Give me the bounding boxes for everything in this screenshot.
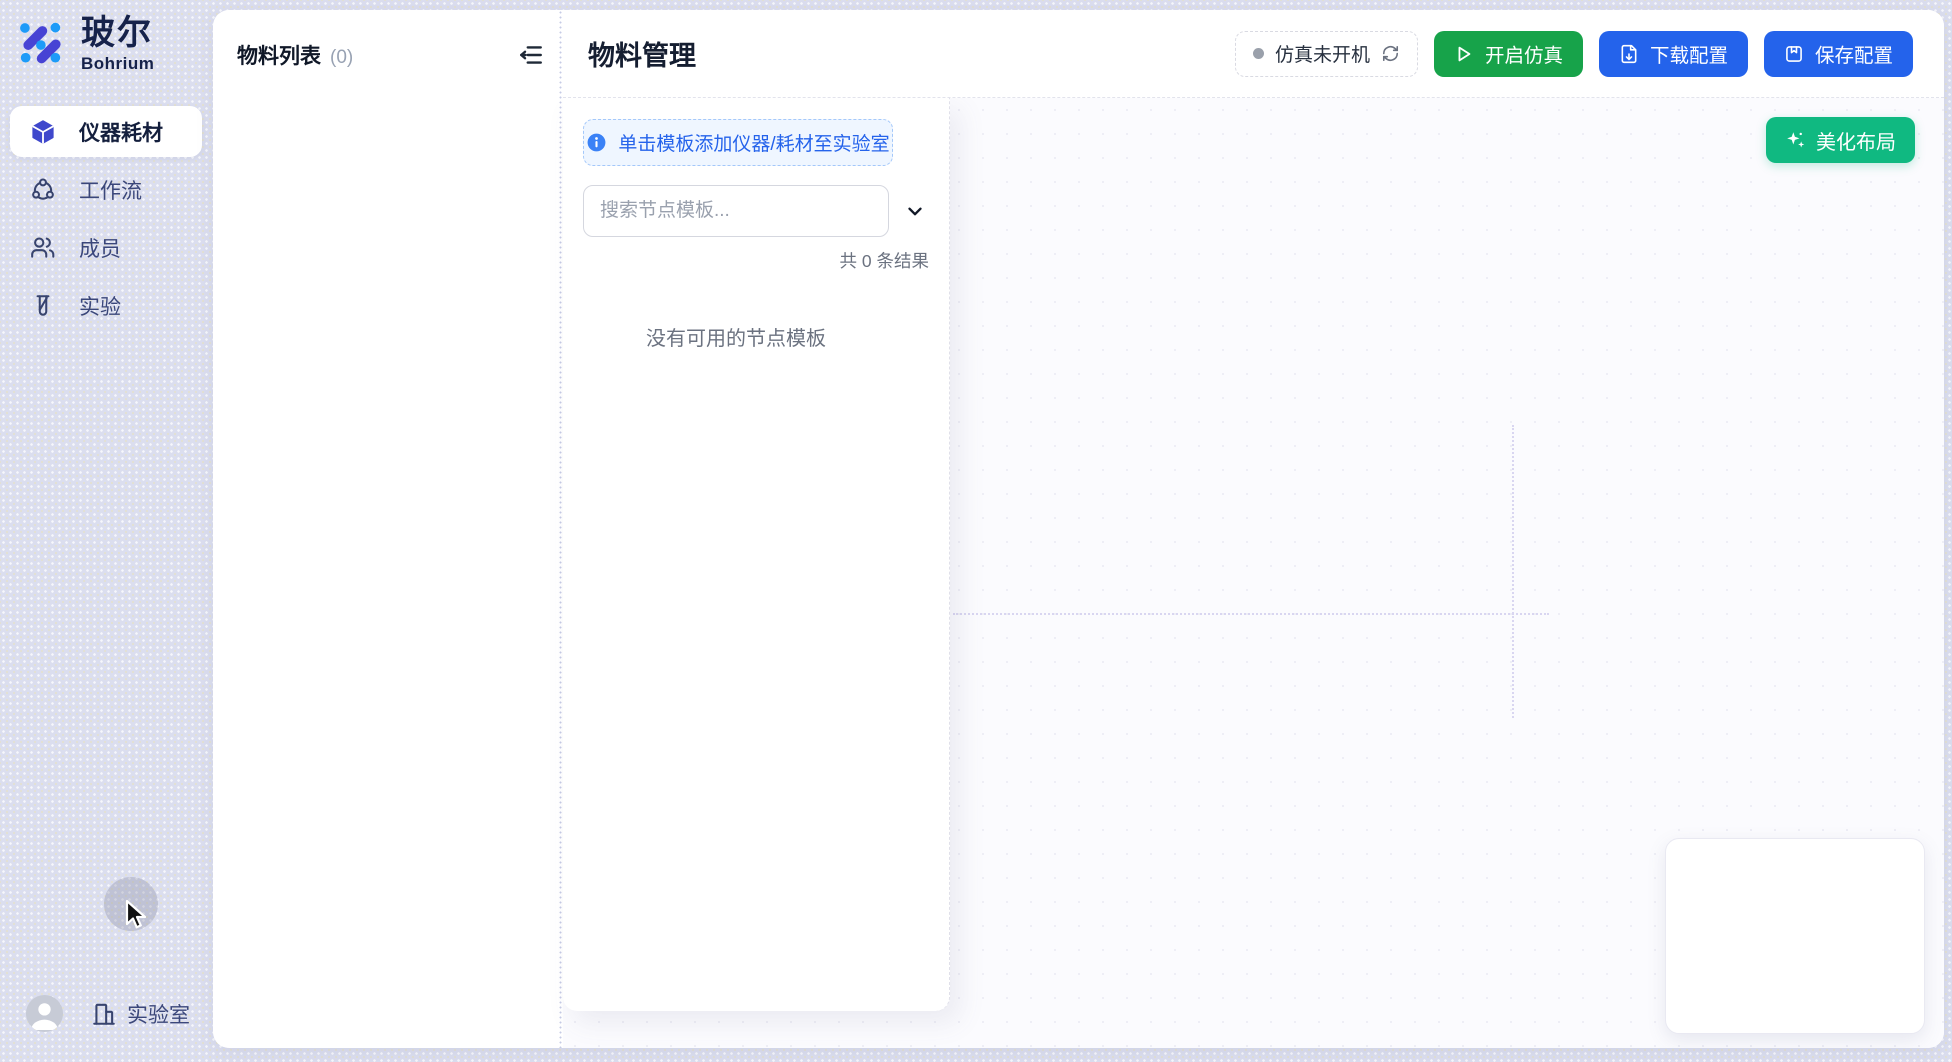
test-tube-icon bbox=[30, 293, 56, 319]
template-hint-banner: 单击模板添加仪器/耗材至实验室 bbox=[583, 119, 893, 166]
main-header: 物料管理 仿真未开机 开启仿真 bbox=[563, 10, 1944, 98]
template-search-input[interactable] bbox=[583, 185, 889, 237]
cube-icon bbox=[30, 119, 56, 145]
template-filter-toggle[interactable] bbox=[901, 197, 929, 225]
lab-entry[interactable]: 实验室 bbox=[91, 999, 190, 1029]
sidebar-footer: 实验室 bbox=[26, 995, 190, 1032]
canvas-guideline-horizontal bbox=[953, 613, 1549, 615]
brand[interactable]: 玻尔 Bohrium bbox=[16, 15, 154, 74]
sparkles-icon bbox=[1785, 130, 1806, 151]
play-icon bbox=[1454, 44, 1474, 64]
save-config-label: 保存配置 bbox=[1815, 39, 1893, 68]
template-hint-text: 单击模板添加仪器/耗材至实验室 bbox=[618, 129, 889, 156]
file-download-icon bbox=[1619, 44, 1639, 64]
material-list-panel: 物料列表 (0) bbox=[213, 10, 558, 1048]
download-config-label: 下载配置 bbox=[1650, 39, 1728, 68]
sidebar-nav: 仪器耗材 工作流 成员 bbox=[10, 106, 202, 338]
info-icon bbox=[586, 132, 607, 153]
sidebar-item-workflow[interactable]: 工作流 bbox=[10, 164, 202, 215]
app-panel: 物料列表 (0) 物料管理 仿真未开机 bbox=[213, 10, 1944, 1048]
sidebar: 玻尔 Bohrium 仪器耗材 工作流 bbox=[0, 0, 213, 1062]
save-config-button[interactable]: 保存配置 bbox=[1764, 31, 1913, 77]
brand-subtitle: Bohrium bbox=[81, 54, 154, 74]
status-label: 仿真未开机 bbox=[1275, 40, 1370, 67]
sidebar-item-label: 仪器耗材 bbox=[79, 117, 163, 147]
material-list-count: (0) bbox=[330, 47, 353, 69]
template-empty-message: 没有可用的节点模板 bbox=[583, 322, 889, 351]
download-config-button[interactable]: 下载配置 bbox=[1599, 31, 1748, 77]
refresh-icon[interactable] bbox=[1381, 44, 1400, 63]
lab-entry-label: 实验室 bbox=[127, 999, 190, 1029]
building-icon bbox=[91, 1001, 117, 1027]
bohrium-logo-icon bbox=[16, 15, 68, 67]
sidebar-item-label: 成员 bbox=[79, 233, 121, 263]
start-simulation-label: 开启仿真 bbox=[1485, 39, 1563, 68]
mouse-cursor-icon bbox=[124, 899, 150, 931]
sidebar-item-members[interactable]: 成员 bbox=[10, 222, 202, 273]
start-simulation-button[interactable]: 开启仿真 bbox=[1434, 31, 1583, 77]
sidebar-item-instruments[interactable]: 仪器耗材 bbox=[10, 106, 202, 157]
material-list-header: 物料列表 (0) bbox=[225, 40, 544, 70]
users-icon bbox=[30, 235, 56, 261]
collapse-panel-icon[interactable] bbox=[518, 42, 544, 68]
sidebar-item-label: 工作流 bbox=[79, 175, 142, 205]
save-icon bbox=[1784, 44, 1804, 64]
main-area: 物料管理 仿真未开机 开启仿真 bbox=[563, 10, 1944, 1048]
sidebar-item-label: 实验 bbox=[79, 291, 121, 321]
status-dot-icon bbox=[1253, 48, 1264, 59]
template-result-count: 共 0 条结果 bbox=[583, 248, 929, 273]
node-template-panel: 单击模板添加仪器/耗材至实验室 共 0 条结果 没有可用的节点模板 bbox=[563, 98, 950, 1011]
workflow-icon bbox=[30, 177, 56, 203]
beautify-layout-label: 美化布局 bbox=[1816, 126, 1896, 155]
canvas-minimap[interactable] bbox=[1665, 838, 1925, 1034]
page-title: 物料管理 bbox=[588, 34, 696, 73]
beautify-layout-button[interactable]: 美化布局 bbox=[1766, 117, 1915, 163]
chevron-down-icon bbox=[904, 200, 926, 222]
simulation-status-pill[interactable]: 仿真未开机 bbox=[1235, 31, 1418, 77]
sidebar-item-experiments[interactable]: 实验 bbox=[10, 280, 202, 331]
avatar[interactable] bbox=[26, 995, 63, 1032]
canvas-guideline-vertical bbox=[1512, 425, 1514, 718]
brand-name: 玻尔 bbox=[81, 15, 154, 52]
material-list-title: 物料列表 bbox=[237, 40, 321, 70]
